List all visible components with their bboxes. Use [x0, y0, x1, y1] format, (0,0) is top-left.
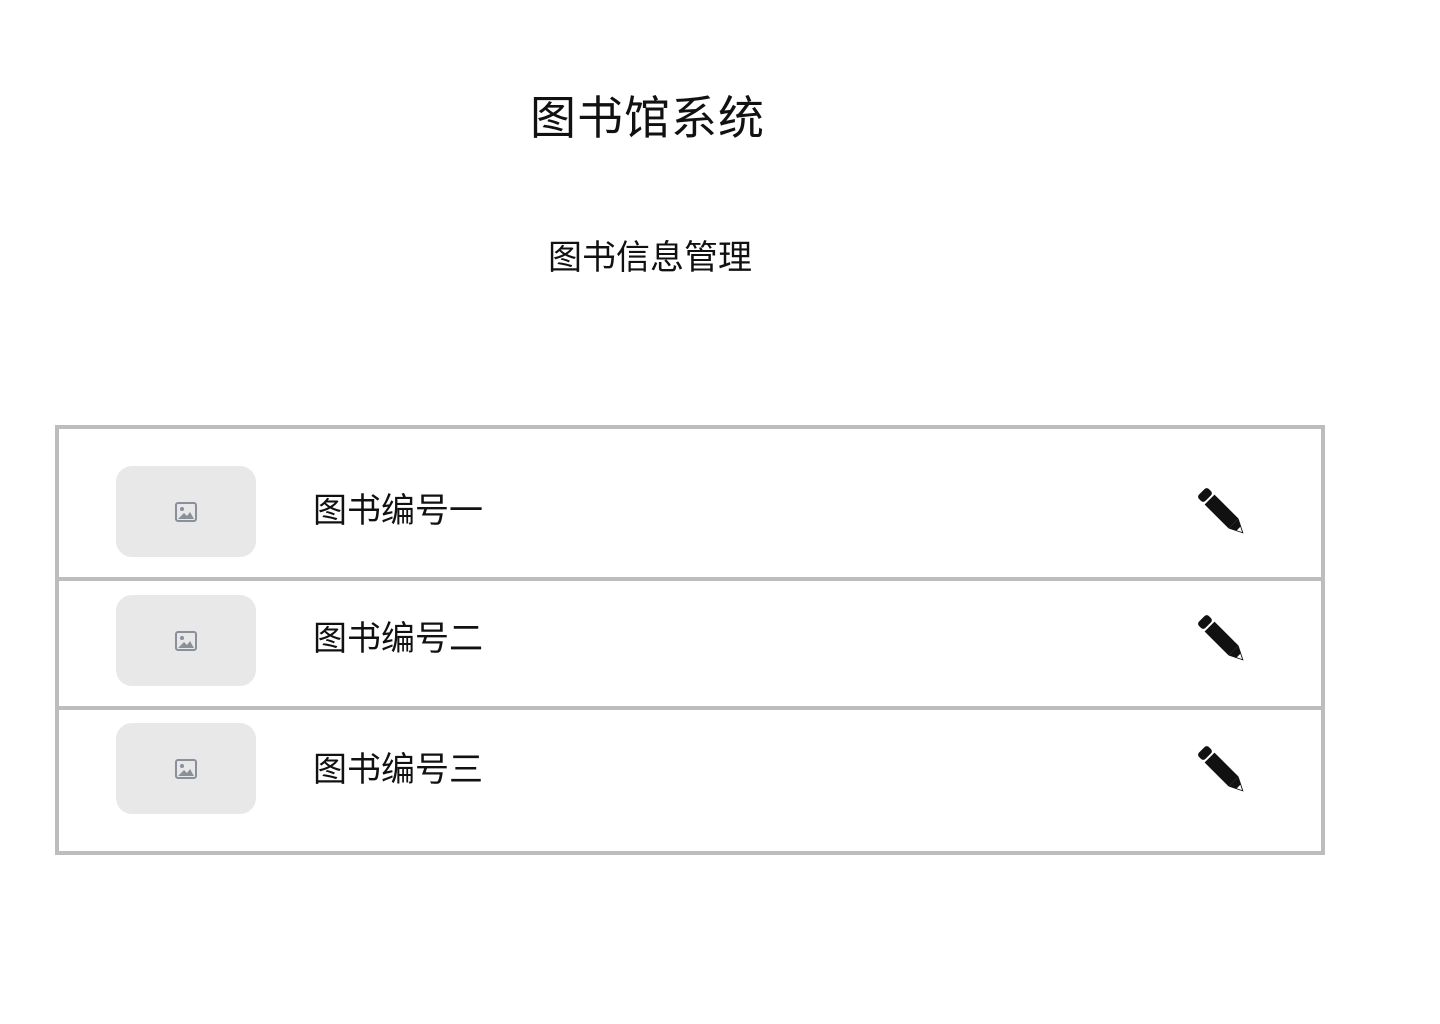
- book-list: 图书编号一 图书编号二 图书编号三: [55, 425, 1325, 855]
- pencil-icon: [1198, 615, 1244, 661]
- book-thumbnail[interactable]: [116, 723, 256, 814]
- image-placeholder-icon: [175, 501, 197, 522]
- image-placeholder-icon: [175, 630, 197, 651]
- app-title: 图书馆系统: [530, 91, 765, 145]
- book-label: 图书编号一: [313, 491, 483, 531]
- book-thumbnail[interactable]: [116, 595, 256, 686]
- edit-button[interactable]: [1195, 743, 1251, 799]
- book-row: 图书编号二: [59, 581, 1321, 710]
- pencil-icon: [1198, 488, 1244, 534]
- pencil-icon: [1198, 746, 1244, 792]
- book-row: 图书编号三: [59, 710, 1321, 851]
- section-title: 图书信息管理: [548, 238, 752, 278]
- book-label: 图书编号二: [313, 619, 483, 659]
- book-row: 图书编号一: [59, 429, 1321, 581]
- book-thumbnail[interactable]: [116, 466, 256, 557]
- edit-button[interactable]: [1195, 485, 1251, 541]
- book-label: 图书编号三: [313, 750, 483, 790]
- image-placeholder-icon: [175, 758, 197, 779]
- edit-button[interactable]: [1195, 612, 1251, 668]
- page: 图书馆系统 图书信息管理 图书编号一 图书编号二 图书编号三: [0, 0, 1440, 1024]
